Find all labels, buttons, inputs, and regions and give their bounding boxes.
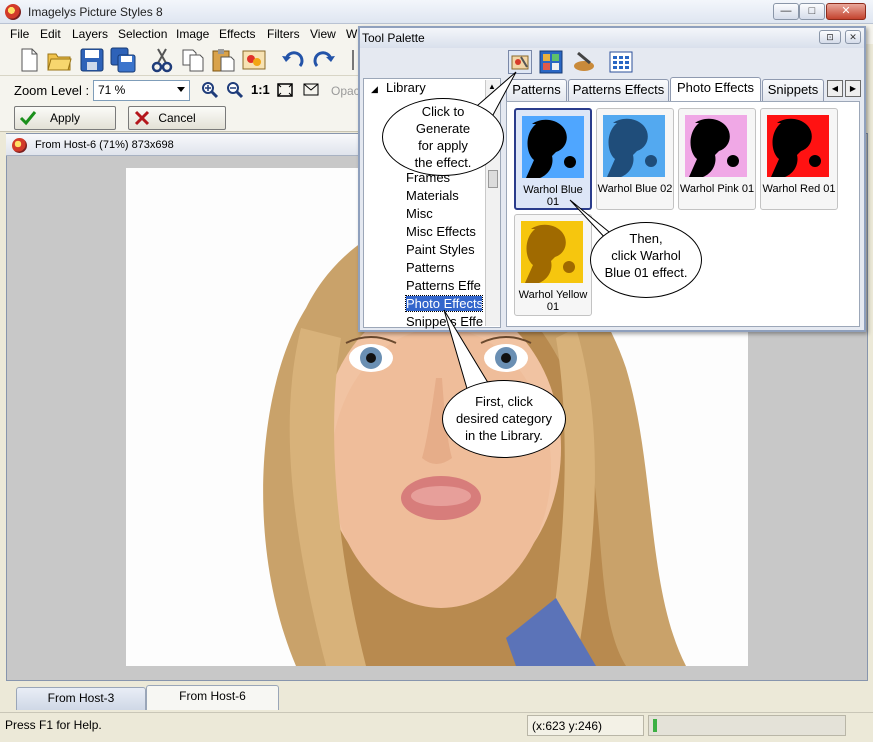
callout-line: Then, <box>629 231 663 246</box>
callout-generate: Click to Generate for apply the effect. <box>382 98 504 176</box>
callout-line: Blue 01 effect. <box>604 265 688 280</box>
callout-first: First, click desired category in the Lib… <box>442 380 566 458</box>
callout-line: Click to <box>421 104 465 119</box>
callout-line: click Warhol <box>611 248 681 263</box>
callout-line: for apply <box>418 138 468 153</box>
callout-line: in the Library. <box>465 428 543 443</box>
callout-line: desired category <box>455 411 553 426</box>
callout-then: Then, click Warhol Blue 01 effect. <box>590 222 702 298</box>
callout-line: Generate <box>415 121 471 136</box>
callout-line: the effect. <box>414 155 472 170</box>
callout-line: First, click <box>475 394 533 409</box>
